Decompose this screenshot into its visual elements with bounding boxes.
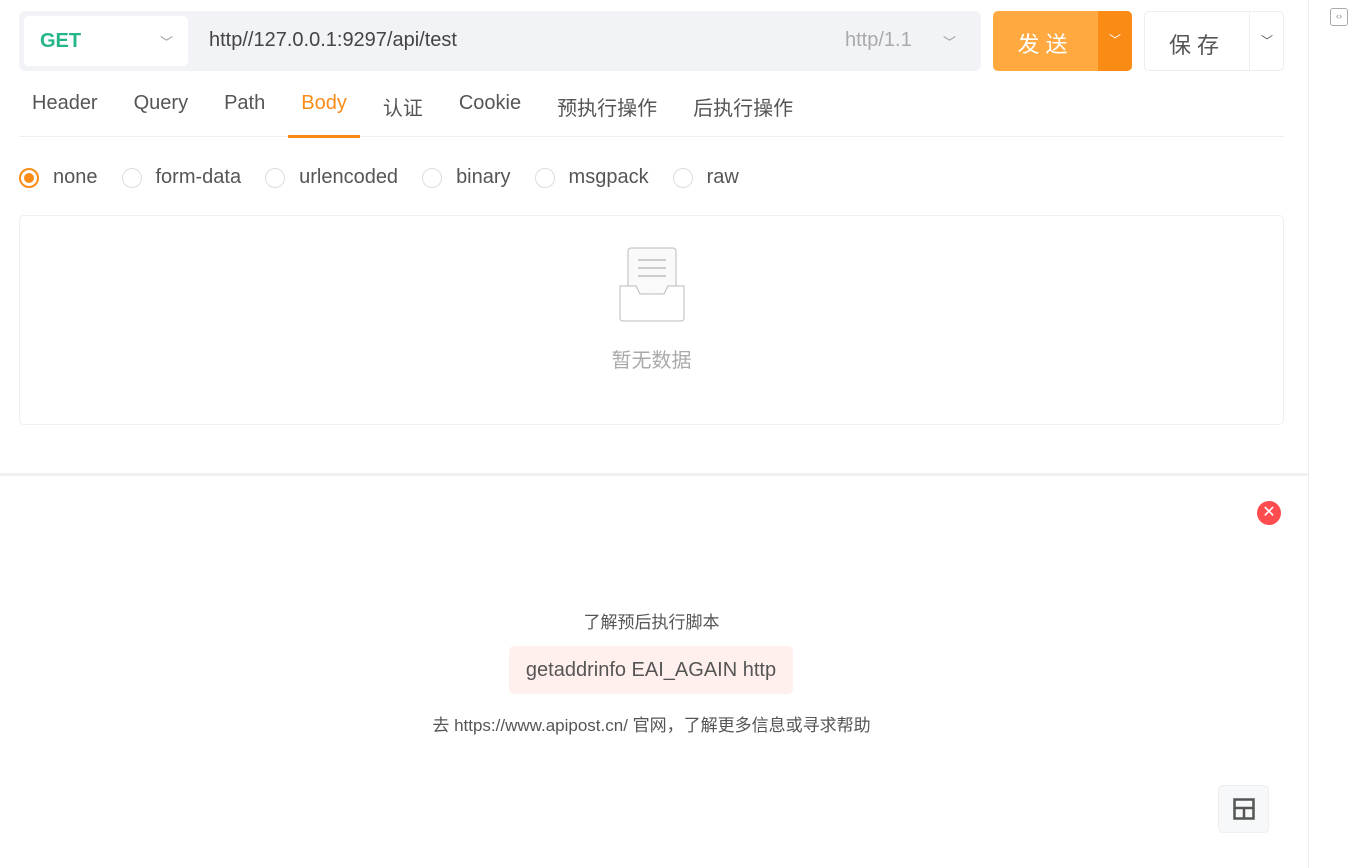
send-button[interactable]: 发送 ﹀ [993,11,1132,71]
error-message: getaddrinfo EAI_AGAIN http [509,646,793,694]
tab-0[interactable]: Header [19,80,111,137]
tab-4[interactable]: 认证 [370,80,436,137]
radio-label: raw [706,166,739,188]
panel-divider[interactable] [0,473,1308,476]
tab-6[interactable]: 预执行操作 [544,80,670,137]
radio-label: msgpack [568,166,649,188]
radio-label: form-data [155,166,242,188]
protocol-select[interactable]: http/1.1 [845,29,912,52]
radio-label: none [53,166,98,188]
radio-circle-icon[interactable] [265,167,286,188]
tab-7[interactable]: 后执行操作 [680,80,806,137]
radio-form-data[interactable]: form-data [121,166,242,189]
radio-circle-icon[interactable] [121,167,142,188]
radio-none[interactable]: none [19,166,98,189]
chevron-down-icon: ﹀ [160,35,174,50]
radio-label: binary [456,166,511,188]
tab-2[interactable]: Path [211,80,278,137]
request-tabs: Header Query Path Body 认证 Cookie 预执行操作 后执行操作 [19,80,1284,138]
radio-binary[interactable]: binary [422,166,511,189]
tab-5[interactable]: Cookie [446,80,534,137]
radio-raw[interactable]: raw [672,166,739,189]
layout-toggle-button[interactable] [1218,785,1269,833]
url-bar: GET ﹀ http//127.0.0.1:9297/api/test http… [19,11,981,71]
radio-circle-icon[interactable] [19,167,39,188]
save-dropdown-chevron-icon[interactable]: ﹀ [1249,12,1284,70]
learn-scripts-link[interactable]: 了解预后执行脚本 [0,608,1303,633]
code-icon[interactable]: ‹› [1330,8,1348,26]
radio-circle-icon[interactable] [422,167,443,188]
body-type-radios: none form-data urlencoded binary msgpack raw [19,166,763,189]
radio-msgpack[interactable]: msgpack [534,166,649,189]
help-text: 去 https://www.apipost.cn/ 官网，了解更多信息或寻求帮助 [432,716,871,735]
right-sidebar: ‹› [1308,0,1368,868]
radio-circle-icon[interactable] [534,167,555,188]
chevron-down-icon[interactable]: ﹀ [943,32,956,51]
radio-label: urlencoded [299,166,399,188]
empty-state: 暂无数据 [19,215,1284,425]
save-label: 保存 [1168,33,1225,58]
save-button[interactable]: 保存 ﹀ [1144,11,1284,71]
send-label: 发送 [1017,32,1074,57]
empty-box-icon [619,247,685,322]
empty-text: 暂无数据 [611,350,692,372]
method-select[interactable]: GET ﹀ [24,16,188,66]
radio-urlencoded[interactable]: urlencoded [265,166,398,189]
method-label: GET [40,30,82,52]
radio-circle-icon[interactable] [672,167,693,188]
request-panel: GET ﹀ http//127.0.0.1:9297/api/test http… [0,0,1308,868]
layout-icon [1233,798,1255,820]
tab-1[interactable]: Query [121,80,201,137]
tab-3[interactable]: Body [288,80,360,138]
close-icon[interactable]: ✕ [1257,501,1281,525]
send-dropdown-chevron-icon[interactable]: ﹀ [1098,11,1132,71]
url-input[interactable]: http//127.0.0.1:9297/api/test [209,29,457,52]
